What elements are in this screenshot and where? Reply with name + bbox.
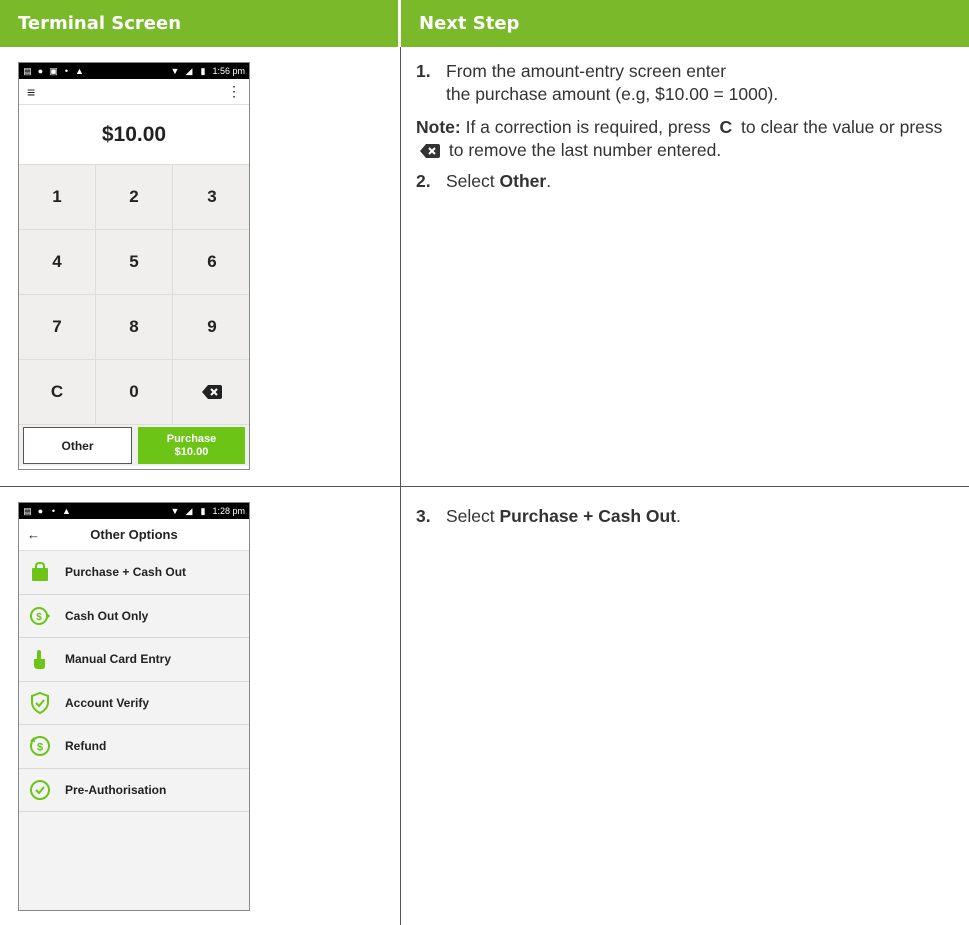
terminal-screen-amount-entry: ▤ ● ▣ • ▲ ▼ ◢ ▮ 1:56 pm ≡ ⋮ $10.00 1 2 3… — [18, 62, 250, 470]
key-0[interactable]: 0 — [96, 360, 173, 425]
key-2[interactable]: 2 — [96, 165, 173, 230]
terminal-screen-other-options: ▤ ● • ▲ ▼ ◢ ▮ 1:28 pm ← Other Options Pu… — [18, 502, 250, 911]
step-number: 1. — [416, 61, 431, 81]
steps-block-2: 3. Select Purchase + Cash Out. — [416, 505, 956, 528]
option-manual-card-entry[interactable]: Manual Card Entry — [19, 638, 249, 682]
signal-icon: ◢ — [185, 505, 193, 516]
battery-icon: ▮ — [200, 505, 206, 516]
clear-key-glyph: C — [719, 117, 733, 137]
screen-title: Other Options — [90, 527, 178, 542]
backspace-icon — [202, 385, 222, 399]
note-text-1: If a correction is required, press — [460, 117, 716, 137]
option-cash-out-only[interactable]: $ Cash Out Only — [19, 595, 249, 638]
signal-icon: ◢ — [185, 65, 193, 76]
step-number: 2. — [416, 171, 431, 191]
purchase-amount: $10.00 — [174, 445, 209, 458]
column-header-next-step: Next Step — [401, 0, 969, 47]
status-bar: ▤ ● ▣ • ▲ ▼ ◢ ▮ 1:56 pm — [19, 63, 249, 79]
step-2-prefix: Select — [446, 171, 500, 191]
status-time: 1:28 pm — [212, 506, 245, 516]
status-time: 1:56 pm — [212, 66, 245, 76]
option-pre-authorisation[interactable]: Pre-Authorisation — [19, 769, 249, 812]
step-text: Select Other. — [446, 170, 956, 193]
step-text: From the amount-entry screen enter the p… — [446, 60, 956, 106]
image-icon: ▣ — [49, 65, 58, 76]
option-account-verify[interactable]: Account Verify — [19, 682, 249, 725]
key-backspace[interactable] — [173, 360, 249, 425]
battery-icon: ▮ — [200, 65, 206, 76]
option-label: Purchase + Cash Out — [65, 565, 187, 580]
key-7[interactable]: 7 — [19, 295, 96, 360]
svg-text:$: $ — [37, 742, 43, 754]
column-header-terminal-screen: Terminal Screen — [0, 0, 398, 47]
key-3[interactable]: 3 — [173, 165, 249, 230]
row-divider — [0, 486, 969, 487]
step-1-line-1: From the amount-entry screen enter — [446, 61, 727, 81]
step-3-bold: Purchase + Cash Out — [499, 506, 677, 526]
key-4[interactable]: 4 — [19, 230, 96, 295]
clock-check-icon — [29, 779, 51, 801]
option-label: Account Verify — [65, 695, 150, 710]
purchase-button[interactable]: Purchase $10.00 — [138, 427, 245, 464]
key-9[interactable]: 9 — [173, 295, 249, 360]
note-text-2: to clear the value or press — [736, 117, 943, 137]
keypad: 1 2 3 4 5 6 7 8 9 C 0 — [19, 165, 249, 425]
key-clear[interactable]: C — [19, 360, 96, 425]
back-arrow-icon[interactable]: ← — [27, 527, 40, 542]
dot-icon: • — [64, 65, 69, 76]
step-text: Select Purchase + Cash Out. — [446, 505, 956, 528]
amount-display: $10.00 — [19, 105, 249, 165]
status-bar: ▤ ● • ▲ ▼ ◢ ▮ 1:28 pm — [19, 503, 249, 519]
purchase-label: Purchase — [166, 432, 217, 445]
step-number: 3. — [416, 506, 431, 526]
steps-block-1: 1. From the amount-entry screen enter th… — [416, 60, 956, 193]
step-2-suffix: . — [546, 171, 552, 191]
step-3: 3. Select Purchase + Cash Out. — [416, 505, 956, 528]
wifi-icon: ▼ — [170, 65, 180, 76]
option-refund[interactable]: $ Refund — [19, 725, 249, 769]
note-paragraph: Note: If a correction is required, press… — [416, 116, 956, 162]
step-2: 2. Select Other. — [416, 170, 956, 193]
step-3-suffix: . — [676, 506, 681, 526]
svg-text:$: $ — [36, 612, 42, 623]
option-purchase-cash-out[interactable]: Purchase + Cash Out — [19, 551, 249, 595]
card-icon: ▤ — [23, 65, 32, 76]
note-label: Note: — [416, 117, 461, 137]
key-6[interactable]: 6 — [173, 230, 249, 295]
cash-out-icon: $ — [29, 605, 51, 627]
backspace-icon — [420, 144, 440, 159]
info-icon: ● — [37, 65, 44, 76]
step-1-line-2: the purchase amount (e.g, $10.00 = 1000)… — [446, 84, 779, 104]
option-label: Manual Card Entry — [65, 652, 172, 667]
step-1: 1. From the amount-entry screen enter th… — [416, 60, 956, 106]
card-icon: ▤ — [23, 505, 32, 516]
option-label: Pre-Authorisation — [65, 782, 167, 797]
key-8[interactable]: 8 — [96, 295, 173, 360]
shield-check-icon — [29, 691, 51, 714]
table-header: Terminal Screen Next Step — [0, 0, 969, 47]
wifi-icon: ▼ — [170, 505, 180, 516]
menu-icon[interactable]: ≡ — [27, 84, 35, 100]
warning-icon: ▲ — [75, 65, 84, 76]
dot-icon: • — [51, 505, 56, 516]
app-toolbar: ← Other Options — [19, 519, 249, 551]
option-label: Refund — [65, 739, 107, 754]
info-icon: ● — [37, 505, 44, 516]
option-label: Cash Out Only — [65, 608, 149, 623]
other-button[interactable]: Other — [23, 427, 132, 464]
warning-icon: ▲ — [62, 505, 71, 516]
key-5[interactable]: 5 — [96, 230, 173, 295]
step-2-bold: Other — [499, 171, 547, 191]
shopping-bag-icon — [29, 561, 51, 583]
hand-tap-icon — [29, 648, 51, 670]
refund-icon: $ — [29, 735, 51, 757]
step-3-prefix: Select — [446, 506, 500, 526]
action-bar: Other Purchase $10.00 — [19, 425, 249, 466]
note-text-3: to remove the last number entered. — [444, 140, 722, 160]
more-options-icon[interactable]: ⋮ — [227, 83, 241, 100]
app-toolbar: ≡ ⋮ — [19, 79, 249, 105]
key-1[interactable]: 1 — [19, 165, 96, 230]
